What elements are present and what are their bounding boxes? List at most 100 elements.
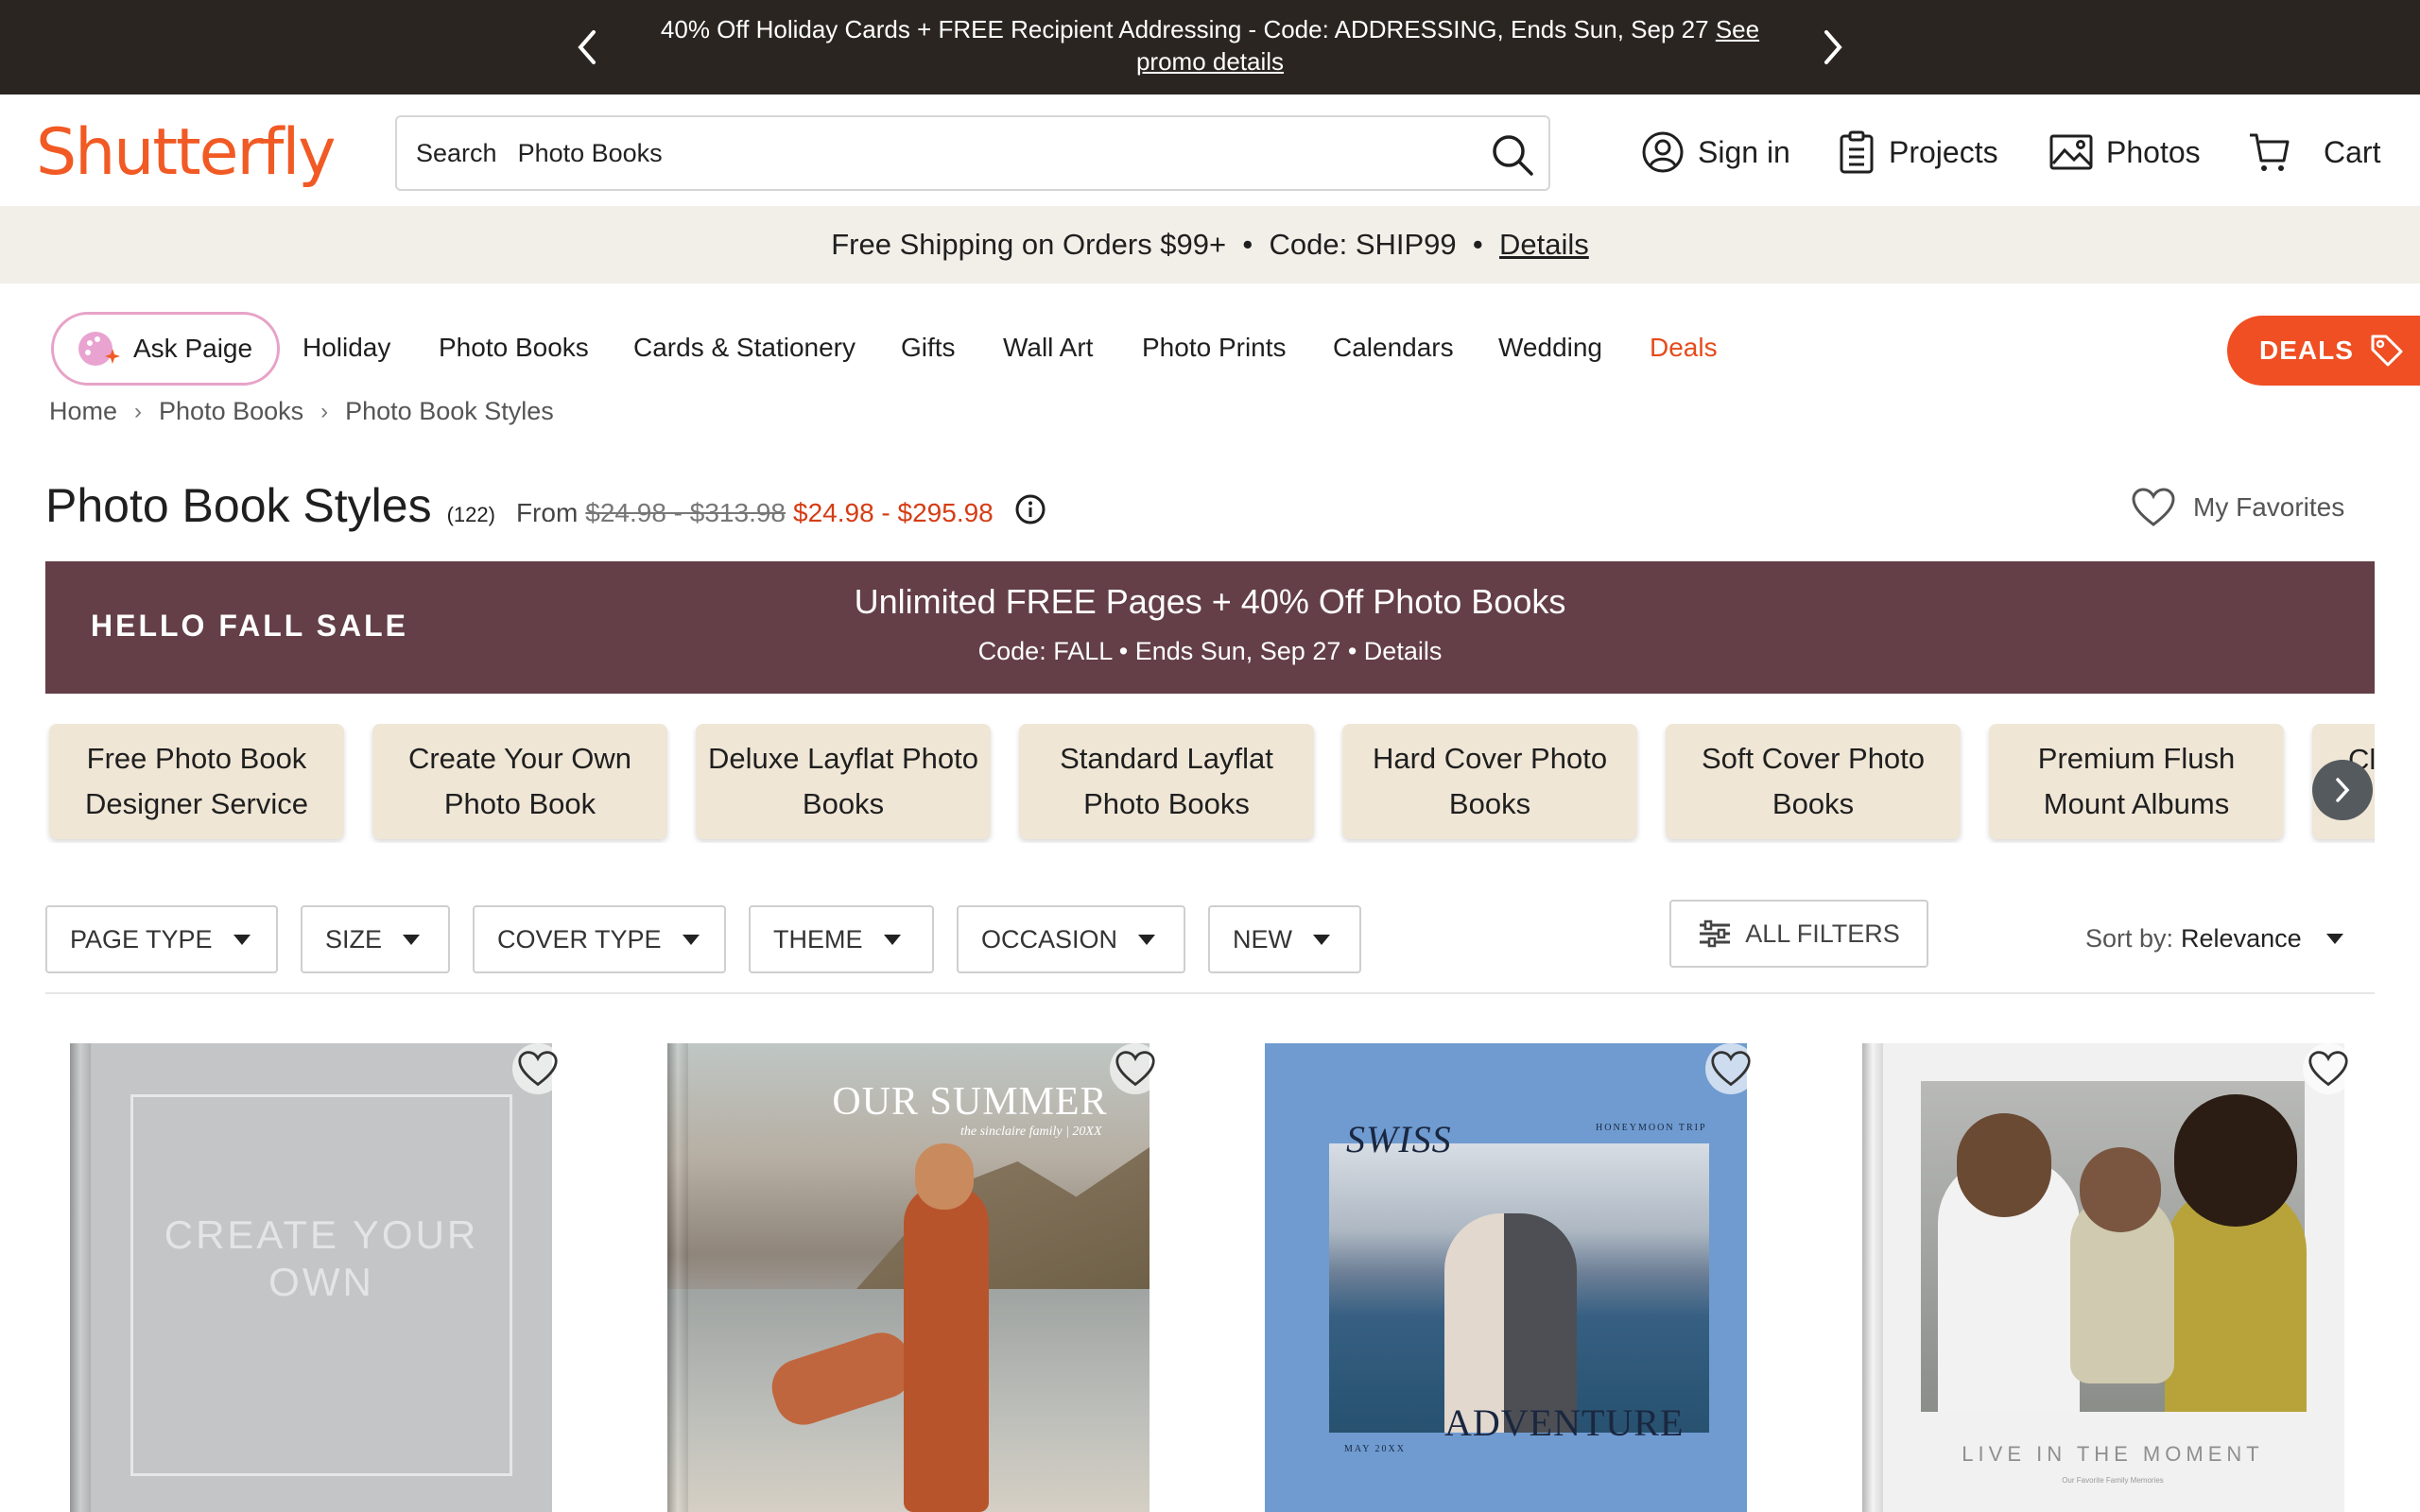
cover-title-top: SWISS — [1346, 1118, 1452, 1160]
all-filters-button[interactable]: ALL FILTERS — [1669, 900, 1928, 968]
cart-icon — [2250, 133, 2290, 171]
tile-create-your-own[interactable]: Create Your Own Photo Book — [372, 724, 667, 839]
shipping-code: Code: SHIP99 — [1269, 228, 1457, 261]
filter-label: PAGE TYPE — [70, 924, 213, 954]
photos-link[interactable]: Photos — [2049, 129, 2201, 176]
breadcrumb-photo-books[interactable]: Photo Books — [159, 397, 303, 426]
filter-page-type[interactable]: PAGE TYPE — [45, 905, 278, 973]
heart-icon — [1115, 1051, 1155, 1087]
deals-button[interactable]: DEALS — [2227, 316, 2420, 386]
cover-title: OUR SUMMER — [832, 1080, 1108, 1124]
projects-link[interactable]: Projects — [1838, 129, 1998, 176]
nav-deals[interactable]: Deals — [1650, 333, 1718, 363]
my-favorites-link[interactable]: My Favorites — [2131, 488, 2344, 527]
caret-down-icon — [2325, 934, 2343, 944]
promo-bar: 40% Off Holiday Cards + FREE Recipient A… — [0, 0, 2420, 94]
promo-message: 40% Off Holiday Cards + FREE Recipient A… — [652, 13, 1768, 77]
favorite-button[interactable] — [1110, 1043, 1161, 1094]
breadcrumb-home[interactable]: Home — [49, 397, 117, 426]
tiles-next-button[interactable] — [2312, 760, 2373, 820]
filter-size[interactable]: SIZE — [301, 905, 450, 973]
bullet: • — [1234, 228, 1261, 261]
sale-banner[interactable]: HELLO FALL SALE Unlimited FREE Pages + 4… — [45, 561, 2375, 694]
ask-paige-button[interactable]: Ask Paige — [51, 312, 280, 386]
search-input[interactable] — [517, 138, 1444, 168]
nav-wedding[interactable]: Wedding — [1498, 333, 1602, 363]
filter-label: OCCASION — [981, 924, 1118, 954]
nav-photo-prints[interactable]: Photo Prints — [1142, 333, 1287, 363]
cover-person — [904, 1185, 989, 1512]
sort-dropdown[interactable]: Sort by: Relevance — [2085, 924, 2343, 954]
sign-in-link[interactable]: Sign in — [1641, 129, 1790, 176]
search-button[interactable] — [1486, 129, 1539, 181]
nav-calendars[interactable]: Calendars — [1333, 333, 1454, 363]
tile-deluxe-layflat[interactable]: Deluxe Layflat Photo Books — [696, 724, 991, 839]
breadcrumb: Home › Photo Books › Photo Book Styles — [49, 397, 554, 426]
shipping-details-link[interactable]: Details — [1499, 228, 1589, 261]
product-card-our-summer[interactable]: OUR SUMMER the sinclaire family | 20XX — [667, 1043, 1150, 1512]
product-card-create-your-own[interactable]: CREATE YOUR OWN — [70, 1043, 552, 1512]
info-icon — [1015, 494, 1046, 524]
sort-label: Sort by: — [2085, 924, 2174, 953]
cover-subtitle: Our Favorite Family Memories — [2062, 1476, 2164, 1485]
chevron-right-icon — [2336, 778, 2350, 802]
tile-designer-service[interactable]: Free Photo Book Designer Service — [49, 724, 344, 839]
book-spine — [1862, 1043, 1883, 1512]
nav-photo-books[interactable]: Photo Books — [439, 333, 589, 363]
filter-cover-type[interactable]: COVER TYPE — [473, 905, 726, 973]
promo-message-text: 40% Off Holiday Cards + FREE Recipient A… — [660, 15, 1709, 43]
divider — [45, 992, 2375, 994]
cart-link[interactable]: Cart — [2248, 129, 2380, 176]
cover-person-head — [1957, 1113, 2051, 1217]
filter-label: SIZE — [325, 924, 383, 954]
sort-value: Relevance — [2181, 924, 2302, 953]
clipboard-icon — [1840, 130, 1874, 174]
cover-person-head — [2174, 1094, 2297, 1227]
product-card-live-in-the-moment[interactable]: LIVE IN THE MOMENT Our Favorite Family M… — [1862, 1043, 2344, 1512]
heart-icon — [2132, 488, 2175, 526]
tile-premium-flush-mount[interactable]: Premium Flush Mount Albums — [1989, 724, 2284, 839]
filter-theme[interactable]: THEME — [749, 905, 934, 973]
page-title: Photo Book Styles — [45, 479, 432, 532]
sale-details: Code: FALL • Ends Sun, Sep 27 • Details — [977, 637, 1443, 665]
original-price-range: $24.98 - $313.98 — [585, 498, 786, 527]
tile-standard-layflat[interactable]: Standard Layflat Photo Books — [1019, 724, 1314, 839]
ask-paige-label: Ask Paige — [133, 334, 253, 363]
nav-wall-art[interactable]: Wall Art — [1003, 333, 1093, 363]
tile-soft-cover[interactable]: Soft Cover Photo Books — [1666, 724, 1961, 839]
price-from-label: From — [515, 498, 579, 527]
shutterfly-logo[interactable]: Shutterfly — [36, 115, 337, 191]
filter-new[interactable]: NEW — [1208, 905, 1361, 973]
nav-cards-stationery[interactable]: Cards & Stationery — [633, 333, 856, 363]
caret-down-icon — [1138, 934, 1156, 945]
deals-button-label: DEALS — [2259, 335, 2354, 365]
favorite-button[interactable] — [2303, 1043, 2354, 1094]
tile-hard-cover[interactable]: Hard Cover Photo Books — [1342, 724, 1637, 839]
cover-title-bottom: ADVENTURE — [1444, 1401, 1685, 1444]
tag-icon — [2371, 335, 2403, 367]
image-icon — [2049, 134, 2093, 170]
sliders-icon — [1700, 919, 1731, 948]
filter-occasion[interactable]: OCCASION — [957, 905, 1185, 973]
breadcrumb-separator: › — [134, 398, 143, 424]
cover-subtitle: the sinclaire family | 20XX — [960, 1125, 1102, 1139]
promo-next-button[interactable] — [1809, 25, 1855, 70]
sale-headline: Unlimited FREE Pages + 40% Off Photo Boo… — [854, 582, 1566, 621]
cover-text: CREATE YOUR OWN — [164, 1212, 479, 1304]
favorite-button[interactable] — [512, 1043, 563, 1094]
shipping-offer: Free Shipping on Orders $99+ — [831, 228, 1227, 261]
nav-holiday[interactable]: Holiday — [302, 333, 390, 363]
projects-label: Projects — [1889, 134, 1998, 169]
caret-down-icon — [403, 934, 421, 945]
bullet: • — [1464, 228, 1492, 261]
my-favorites-label: My Favorites — [2193, 492, 2345, 522]
category-tiles: Free Photo Book Designer Service Create … — [45, 724, 2375, 843]
product-count: (122) — [446, 503, 495, 526]
nav-gifts[interactable]: Gifts — [901, 333, 956, 363]
heart-icon — [1711, 1051, 1751, 1087]
favorite-button[interactable] — [1705, 1043, 1756, 1094]
filter-label: COVER TYPE — [497, 924, 662, 954]
price-info-button[interactable] — [1014, 493, 1046, 525]
product-card-swiss-adventure[interactable]: SWISS HONEYMOON TRIP ADVENTURE MAY 20XX — [1265, 1043, 1747, 1512]
promo-prev-button[interactable] — [565, 25, 611, 70]
